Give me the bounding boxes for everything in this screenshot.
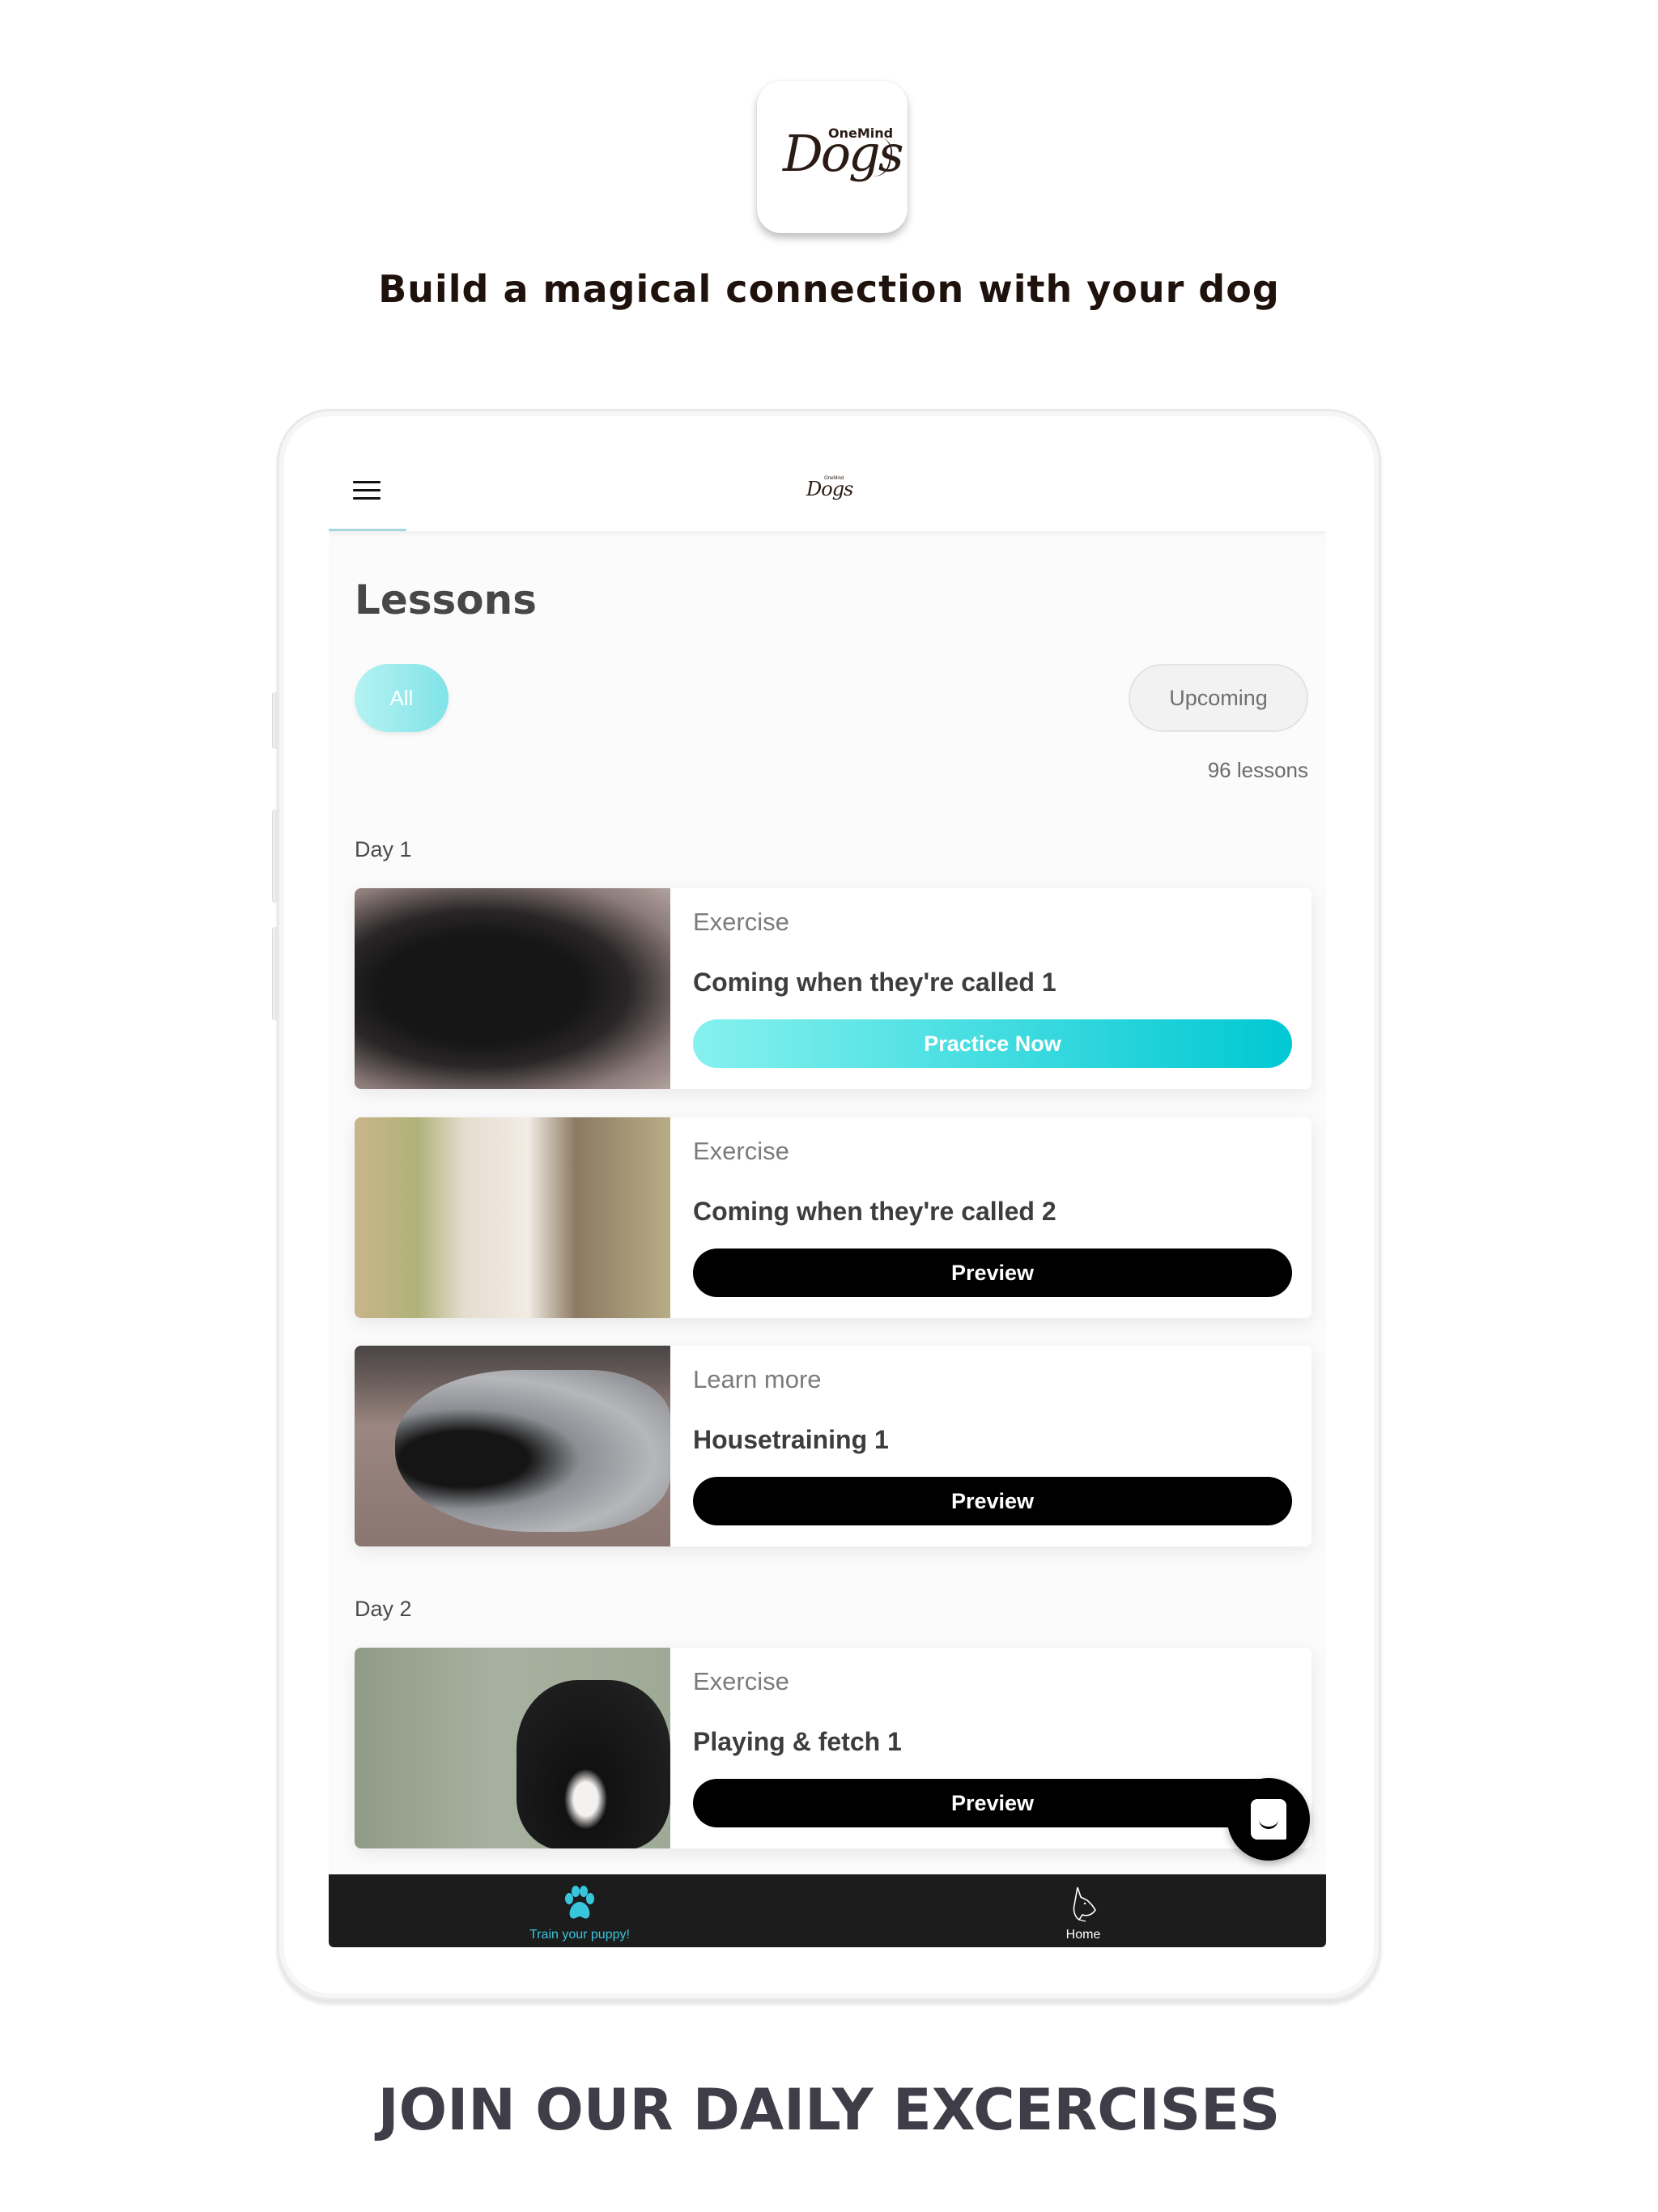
dog-head-icon [1002,1884,1164,1925]
lesson-type: Exercise [693,1667,789,1695]
header-logo[interactable]: Dogs OneMind [806,476,855,510]
lesson-card[interactable]: Learn more Housetraining 1 Preview [355,1346,1312,1546]
hamburger-menu-icon[interactable] [353,481,380,500]
app-bar: Dogs OneMind [329,455,1326,531]
lesson-title: Coming when they're called 1 [693,968,1056,997]
lesson-thumbnail [355,1346,670,1546]
preview-button[interactable]: Preview [693,1477,1292,1525]
nav-label: Home [1065,1928,1101,1942]
preview-button[interactable]: Preview [693,1249,1292,1297]
chat-bubble-icon [1251,1799,1286,1840]
bottom-navigation: Train your puppy! Home [329,1874,1326,1947]
paw-icon [499,1884,661,1925]
lesson-type: Exercise [693,1137,789,1165]
section-label-day-1: Day 1 [355,837,412,861]
app-screen: Dogs OneMind Lessons All Upcoming 96 les… [329,455,1326,1947]
filter-upcoming-button[interactable]: Upcoming [1129,664,1308,732]
chat-button[interactable] [1227,1778,1310,1861]
nav-item-train-your-puppy[interactable]: Train your puppy! [499,1874,661,1947]
practice-now-button[interactable]: Practice Now [693,1019,1292,1068]
lesson-thumbnail [355,888,670,1089]
nav-item-home[interactable]: Home [1002,1874,1164,1947]
section-label-day-2: Day 2 [355,1597,412,1621]
lesson-title: Playing & fetch 1 [693,1727,902,1756]
lesson-card[interactable]: Exercise Coming when they're called 2 Pr… [355,1117,1312,1318]
page-title: Lessons [355,576,537,623]
app-icon-tile: Dogs OneMind [757,81,908,233]
tagline: Build a magical connection with your dog [378,267,1280,311]
lesson-type: Learn more [693,1365,822,1393]
onemind-dogs-logo: Dogs OneMind [772,113,904,202]
lesson-count: 96 lessons [1207,758,1308,782]
promo-caption: JOIN OUR DAILY EXCERCISES [377,2077,1281,2143]
lesson-card[interactable]: Exercise Coming when they're called 1 Pr… [355,888,1312,1089]
lesson-title: Housetraining 1 [693,1425,889,1454]
lesson-thumbnail [355,1117,670,1318]
lesson-thumbnail [355,1648,670,1848]
nav-label: Train your puppy! [529,1928,630,1942]
header-logo-small: OneMind [824,476,844,481]
lesson-title: Coming when they're called 2 [693,1197,1056,1226]
filter-all-button[interactable]: All [355,664,449,732]
lesson-type: Exercise [693,908,789,936]
header-logo-main: Dogs [806,478,853,500]
preview-button[interactable]: Preview [693,1779,1292,1827]
tab-indicator [329,529,406,531]
lesson-card[interactable]: Exercise Playing & fetch 1 Preview [355,1648,1312,1848]
